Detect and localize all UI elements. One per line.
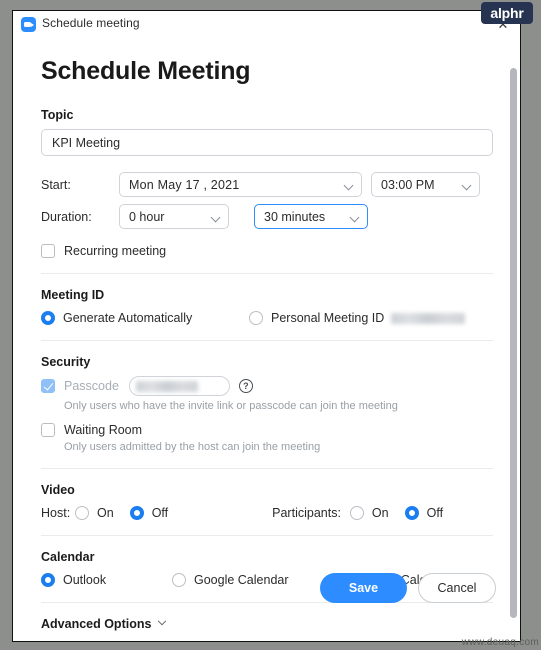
schedule-meeting-dialog: Schedule meeting ✕ Schedule Meeting Topi… bbox=[12, 10, 521, 642]
divider bbox=[41, 340, 493, 341]
radio-participants-video-off-label: Off bbox=[427, 506, 443, 520]
waiting-room-row[interactable]: Waiting Room bbox=[41, 423, 510, 437]
chevron-down-icon bbox=[211, 213, 221, 223]
passcode-redacted-value bbox=[136, 381, 198, 392]
recurring-meeting-label: Recurring meeting bbox=[64, 244, 166, 258]
start-time-value: 03:00 PM bbox=[381, 178, 435, 192]
outer-frame: Schedule meeting ✕ Schedule Meeting Topi… bbox=[0, 0, 541, 650]
radio-outlook-label: Outlook bbox=[63, 573, 106, 587]
divider bbox=[41, 535, 493, 536]
chevron-down-icon bbox=[344, 181, 354, 191]
alphr-logo-badge: alphr bbox=[481, 2, 533, 24]
video-host-off-option[interactable]: Off bbox=[130, 506, 168, 520]
waiting-room-checkbox[interactable] bbox=[41, 423, 55, 437]
duration-hours-select[interactable]: 0 hour bbox=[119, 204, 229, 229]
meeting-id-option-generate[interactable]: Generate Automatically bbox=[41, 311, 249, 325]
start-row: Start: Mon May 17 , 2021 03:00 PM bbox=[41, 172, 510, 197]
cancel-button[interactable]: Cancel bbox=[418, 573, 496, 603]
window-title: Schedule meeting bbox=[42, 16, 140, 30]
video-options-row: Host: On Off Participants: On Off bbox=[41, 506, 510, 520]
radio-outlook[interactable] bbox=[41, 573, 55, 587]
video-participants-label: Participants: bbox=[272, 506, 341, 520]
dialog-content: Schedule Meeting Topic Start: Mon May 17… bbox=[13, 38, 510, 642]
chevron-down-icon bbox=[158, 617, 166, 625]
radio-generate-automatically[interactable] bbox=[41, 311, 55, 325]
calendar-option-outlook[interactable]: Outlook bbox=[41, 573, 172, 587]
topic-input[interactable] bbox=[41, 129, 493, 156]
radio-google-calendar[interactable] bbox=[172, 573, 186, 587]
start-label: Start: bbox=[41, 178, 119, 192]
radio-google-calendar-label: Google Calendar bbox=[194, 573, 289, 587]
radio-host-video-off[interactable] bbox=[130, 506, 144, 520]
radio-participants-video-on-label: On bbox=[372, 506, 389, 520]
start-date-value: Mon May 17 , 2021 bbox=[129, 178, 239, 192]
video-host-label: Host: bbox=[41, 506, 75, 520]
duration-minutes-value: 30 minutes bbox=[264, 210, 325, 224]
passcode-checkbox bbox=[41, 379, 55, 393]
radio-participants-video-on[interactable] bbox=[350, 506, 364, 520]
vertical-scrollbar-track[interactable] bbox=[509, 38, 519, 642]
zoom-camera-icon bbox=[21, 17, 36, 32]
start-time-select[interactable]: 03:00 PM bbox=[371, 172, 480, 197]
duration-label: Duration: bbox=[41, 210, 119, 224]
advanced-options-toggle[interactable]: Advanced Options bbox=[41, 617, 510, 631]
duration-hours-value: 0 hour bbox=[129, 210, 164, 224]
passcode-row: Passcode ? bbox=[41, 376, 510, 396]
meeting-id-section-title: Meeting ID bbox=[41, 288, 510, 302]
radio-host-video-off-label: Off bbox=[152, 506, 168, 520]
duration-minutes-select[interactable]: 30 minutes bbox=[254, 204, 368, 229]
page-title: Schedule Meeting bbox=[41, 38, 510, 86]
video-participants-off-option[interactable]: Off bbox=[405, 506, 443, 520]
site-watermark: www.deuaq.com bbox=[462, 637, 539, 648]
waiting-room-hint: Only users admitted by the host can join… bbox=[64, 441, 510, 453]
radio-host-video-on[interactable] bbox=[75, 506, 89, 520]
window-titlebar: Schedule meeting ✕ bbox=[13, 11, 520, 38]
recurring-meeting-checkbox[interactable] bbox=[41, 244, 55, 258]
calendar-option-google[interactable]: Google Calendar bbox=[172, 573, 344, 587]
personal-meeting-id-redacted-value bbox=[391, 313, 465, 324]
divider bbox=[41, 468, 493, 469]
help-icon[interactable]: ? bbox=[239, 379, 253, 393]
advanced-options-label: Advanced Options bbox=[41, 617, 151, 631]
divider bbox=[41, 273, 493, 274]
radio-personal-meeting-id-label: Personal Meeting ID bbox=[271, 311, 384, 325]
save-button[interactable]: Save bbox=[320, 573, 407, 603]
passcode-label: Passcode bbox=[64, 379, 119, 393]
calendar-section-title: Calendar bbox=[41, 550, 510, 564]
start-date-select[interactable]: Mon May 17 , 2021 bbox=[119, 172, 362, 197]
radio-personal-meeting-id[interactable] bbox=[249, 311, 263, 325]
chevron-down-icon bbox=[462, 181, 472, 191]
radio-participants-video-off[interactable] bbox=[405, 506, 419, 520]
topic-label: Topic bbox=[41, 108, 510, 122]
chevron-down-icon bbox=[350, 213, 360, 223]
radio-host-video-on-label: On bbox=[97, 506, 114, 520]
radio-generate-automatically-label: Generate Automatically bbox=[63, 311, 192, 325]
passcode-input[interactable] bbox=[129, 376, 230, 396]
security-section-title: Security bbox=[41, 355, 510, 369]
duration-row: Duration: 0 hour 30 minutes bbox=[41, 204, 510, 229]
meeting-id-option-personal[interactable]: Personal Meeting ID bbox=[249, 311, 465, 325]
waiting-room-label: Waiting Room bbox=[64, 423, 142, 437]
recurring-meeting-row[interactable]: Recurring meeting bbox=[41, 244, 510, 258]
passcode-hint: Only users who have the invite link or p… bbox=[64, 400, 510, 412]
vertical-scrollbar-thumb[interactable] bbox=[510, 68, 517, 618]
video-section-title: Video bbox=[41, 483, 510, 497]
video-host-on-option[interactable]: On bbox=[75, 506, 114, 520]
dialog-footer: Save Cancel bbox=[320, 573, 496, 603]
video-participants-on-option[interactable]: On bbox=[350, 506, 389, 520]
meeting-id-options-row: Generate Automatically Personal Meeting … bbox=[41, 311, 510, 325]
